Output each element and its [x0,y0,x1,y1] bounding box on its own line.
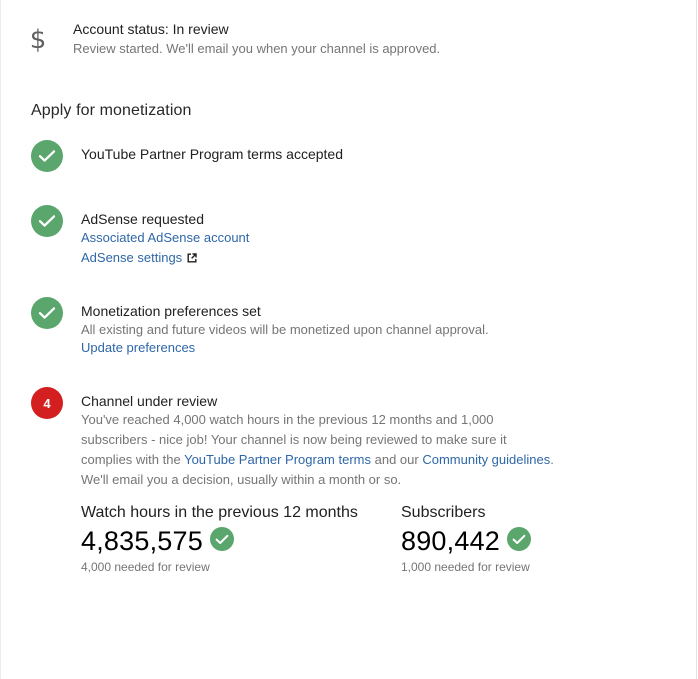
watch-hours-requirement: 4,000 needed for review [81,560,210,574]
subscribers-stat: Subscribers 890,442 1,000 needed for rev… [401,503,531,575]
review-text-line: complies with the YouTube Partner Progra… [81,450,554,470]
subscribers-label: Subscribers [401,504,486,521]
check-icon [31,140,63,172]
step-number-badge: 4 [31,387,63,419]
step-title: Channel under review [81,393,218,409]
subscribers-value: 890,442 [401,526,500,556]
check-icon [31,205,63,237]
account-status: $ Account status: In review Review start… [26,20,440,58]
watch-hours-value: 4,835,575 [81,526,203,556]
step-adsense: AdSense requested Associated AdSense acc… [31,205,249,268]
step-description: All existing and future videos will be m… [81,322,489,337]
adsense-settings-link-row[interactable]: AdSense settings [81,248,249,268]
adsense-settings-link[interactable]: AdSense settings [81,248,182,268]
check-icon [209,527,234,551]
watch-hours-label: Watch hours in the previous 12 months [81,504,358,521]
step-title: Monetization preferences set [81,303,261,319]
review-text-segment: and our [371,452,423,467]
watch-hours-stat: Watch hours in the previous 12 months 4,… [81,503,358,575]
step-channel-review: 4 Channel under review You've reached 4,… [31,387,554,490]
right-divider [696,0,697,679]
step-monetization-preferences: Monetization preferences set All existin… [31,297,489,358]
partner-program-terms-link[interactable]: YouTube Partner Program terms [184,452,371,467]
subscribers-requirement: 1,000 needed for review [401,560,530,574]
external-link-icon [187,253,197,263]
review-text-line: subscribers - nice job! Your channel is … [81,432,507,447]
step-title: YouTube Partner Program terms accepted [81,146,343,162]
update-preferences-link[interactable]: Update preferences [81,338,489,358]
dollar-icon: $ [29,25,47,55]
review-text-line: You've reached 4,000 watch hours in the … [81,412,494,427]
check-icon [507,527,531,551]
associated-adsense-account-link[interactable]: Associated AdSense account [81,228,249,248]
review-text-line: We'll email you a decision, usually with… [81,472,402,487]
left-divider [0,0,1,679]
community-guidelines-link[interactable]: Community guidelines [422,452,550,467]
check-icon [31,297,63,329]
apply-section-title: Apply for monetization [31,102,192,119]
review-text-segment: complies with the [81,452,185,467]
review-text-segment: . [550,452,554,467]
account-status-title: Account status: In review [73,21,229,37]
account-status-subtitle: Review started. We'll email you when you… [73,41,441,56]
eligibility-stats: Watch hours in the previous 12 months 4,… [81,503,601,578]
step-partner-terms: YouTube Partner Program terms accepted [31,140,343,172]
monetization-page: $ Account status: In review Review start… [0,0,697,679]
step-title: AdSense requested [81,211,204,227]
